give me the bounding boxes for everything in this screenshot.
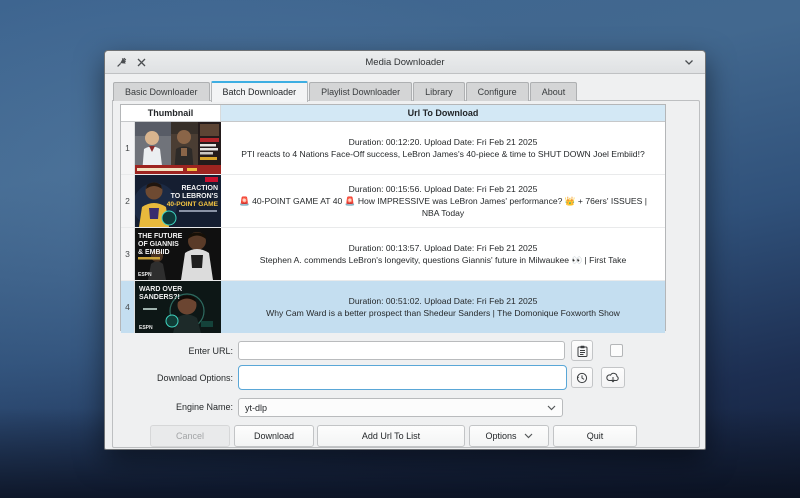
svg-text:THE FUTURE: THE FUTURE bbox=[138, 233, 183, 240]
engine-select-value: yt-dlp bbox=[245, 403, 267, 413]
quit-button[interactable]: Quit bbox=[553, 425, 637, 447]
table-row[interactable]: 3 THE FUTURE OF GIANNIS & EMB bbox=[121, 228, 665, 281]
video-thumbnail-ward-sanders: WARD OVER SANDERS?! ESPN bbox=[135, 281, 221, 333]
tab-basic-downloader[interactable]: Basic Downloader bbox=[113, 82, 210, 101]
video-title: 🚨 40-POINT GAME AT 40 🚨 How IMPRESSIVE w… bbox=[231, 195, 655, 219]
paste-clipboard-button[interactable] bbox=[571, 340, 593, 361]
chevron-down-icon bbox=[524, 433, 533, 439]
enter-url-input[interactable] bbox=[238, 341, 565, 360]
table-row[interactable]: 2 REACTION TO LEBRON'S 40-POI bbox=[121, 175, 665, 228]
svg-text:TO LEBRON'S: TO LEBRON'S bbox=[171, 193, 219, 200]
download-options-input[interactable] bbox=[238, 365, 567, 390]
tab-bar: Basic Downloader Batch Downloader Playli… bbox=[113, 80, 578, 101]
download-button[interactable]: Download bbox=[234, 425, 314, 447]
video-thumbnail-lebron-reaction: REACTION TO LEBRON'S 40-POINT GAME bbox=[135, 175, 221, 227]
url-table: Thumbnail Url To Download 1 bbox=[120, 104, 666, 331]
history-button[interactable] bbox=[571, 367, 593, 388]
options-menu-button[interactable]: Options bbox=[469, 425, 549, 447]
row-number: 3 bbox=[121, 228, 135, 280]
window-title: Media Downloader bbox=[105, 57, 705, 68]
video-meta: Duration: 00:12:20. Upload Date: Fri Feb… bbox=[231, 136, 655, 148]
cloud-download-button[interactable] bbox=[601, 367, 625, 388]
table-row[interactable]: 1 bbox=[121, 122, 665, 175]
svg-text:40-POINT GAME: 40-POINT GAME bbox=[167, 201, 219, 208]
cancel-button[interactable]: Cancel bbox=[150, 425, 230, 447]
video-info: Duration: 00:15:56. Upload Date: Fri Feb… bbox=[221, 175, 665, 227]
download-options-label: Download Options: bbox=[118, 373, 233, 383]
tab-batch-downloader[interactable]: Batch Downloader bbox=[211, 81, 309, 102]
svg-text:OF GIANNIS: OF GIANNIS bbox=[138, 241, 179, 248]
engine-select[interactable]: yt-dlp bbox=[238, 398, 563, 417]
svg-text:WARD OVER: WARD OVER bbox=[139, 286, 182, 293]
tab-about[interactable]: About bbox=[530, 82, 578, 101]
tab-library[interactable]: Library bbox=[413, 82, 465, 101]
tab-configure[interactable]: Configure bbox=[466, 82, 529, 101]
video-title: Why Cam Ward is a better prospect than S… bbox=[231, 307, 655, 319]
row-number: 1 bbox=[121, 122, 135, 174]
video-title: Stephen A. commends LeBron's longevity, … bbox=[231, 254, 655, 266]
engine-name-label: Engine Name: bbox=[118, 402, 233, 412]
chevron-down-icon bbox=[547, 405, 556, 411]
video-meta: Duration: 00:13:57. Upload Date: Fri Feb… bbox=[231, 242, 655, 254]
titlebar[interactable]: Media Downloader bbox=[105, 51, 705, 74]
video-info: Duration: 00:12:20. Upload Date: Fri Feb… bbox=[221, 122, 665, 174]
column-header-thumbnail[interactable]: Thumbnail bbox=[121, 105, 221, 121]
column-header-url-to-download[interactable]: Url To Download bbox=[221, 105, 665, 121]
media-downloader-window: Media Downloader Basic Downloader Batch … bbox=[104, 50, 706, 450]
video-thumbnail-giannis-embiid: THE FUTURE OF GIANNIS & EMBIID ESPN bbox=[135, 228, 221, 280]
video-meta: Duration: 00:51:02. Upload Date: Fri Feb… bbox=[231, 295, 655, 307]
svg-text:REACTION: REACTION bbox=[181, 185, 218, 192]
svg-text:& EMBIID: & EMBIID bbox=[138, 249, 170, 256]
table-row-selected[interactable]: 4 WARD OVER SANDERS?! bbox=[121, 281, 665, 333]
video-title: PTI reacts to 4 Nations Face-Off success… bbox=[231, 148, 655, 160]
monitor-clipboard-checkbox[interactable] bbox=[610, 344, 623, 357]
video-meta: Duration: 00:15:56. Upload Date: Fri Feb… bbox=[231, 183, 655, 195]
close-icon[interactable] bbox=[133, 54, 149, 70]
add-url-to-list-button[interactable]: Add Url To List bbox=[317, 425, 465, 447]
tab-playlist-downloader[interactable]: Playlist Downloader bbox=[309, 82, 412, 101]
svg-text:ESPN: ESPN bbox=[139, 325, 153, 331]
svg-text:ESPN: ESPN bbox=[138, 272, 152, 278]
table-header: Thumbnail Url To Download bbox=[121, 105, 665, 122]
enter-url-label: Enter URL: bbox=[118, 346, 233, 356]
row-number: 2 bbox=[121, 175, 135, 227]
video-info: Duration: 00:51:02. Upload Date: Fri Feb… bbox=[221, 281, 665, 333]
pin-icon[interactable] bbox=[113, 54, 129, 70]
chevron-down-icon[interactable] bbox=[681, 54, 697, 70]
svg-text:SANDERS?!: SANDERS?! bbox=[139, 294, 180, 301]
video-info: Duration: 00:13:57. Upload Date: Fri Feb… bbox=[221, 228, 665, 280]
batch-downloader-pane: Thumbnail Url To Download 1 bbox=[112, 100, 700, 448]
row-number: 4 bbox=[121, 281, 135, 333]
video-thumbnail-pti bbox=[135, 122, 221, 174]
